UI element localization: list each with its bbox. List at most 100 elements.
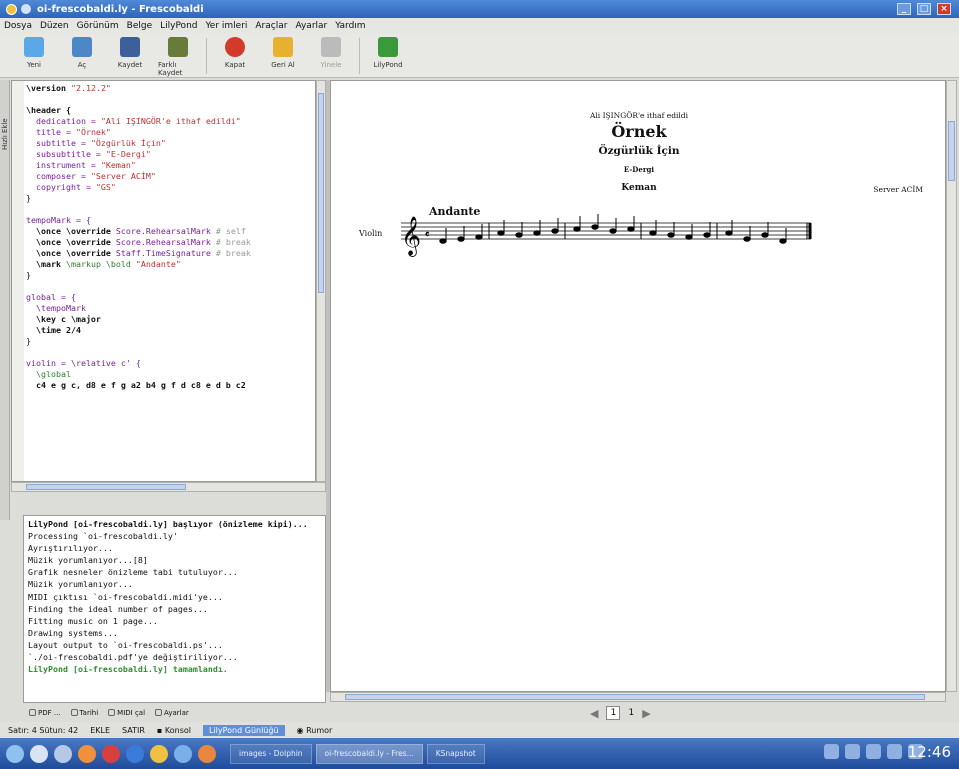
preview-vertical-scrollbar[interactable] (946, 80, 957, 692)
rumor-tab[interactable]: ◉ Rumor (297, 726, 333, 735)
disc-icon[interactable] (174, 744, 192, 763)
code-line[interactable]: \header { (26, 105, 251, 116)
code-line[interactable] (26, 347, 251, 358)
kde-menu-icon[interactable] (6, 744, 24, 763)
code-line[interactable]: violin = \relative c' { (26, 358, 251, 369)
toolbar-button[interactable]: Yeni (14, 34, 54, 77)
scroll-thumb[interactable] (26, 484, 186, 490)
filezilla-icon[interactable] (102, 744, 120, 763)
app-icon[interactable] (6, 3, 17, 15)
code-line[interactable]: \key c \major (26, 314, 251, 325)
tool-icon[interactable] (150, 744, 168, 763)
menu-item[interactable]: Belge (127, 21, 152, 31)
home-icon[interactable] (30, 744, 48, 763)
code-line[interactable]: \tempoMark (26, 303, 251, 314)
menu-item[interactable]: Yardım (335, 21, 365, 31)
browser-icon[interactable] (126, 744, 144, 763)
code-line[interactable] (26, 281, 251, 292)
log-tab[interactable]: MIDI çal (108, 709, 145, 717)
code-line[interactable]: tempoMark = { (26, 215, 251, 226)
fold-gutter[interactable] (12, 81, 24, 481)
page-number-input[interactable]: 1 (606, 706, 621, 720)
code-line[interactable]: \time 2/4 (26, 325, 251, 336)
code-line[interactable]: \once \override Staff.TimeSignature # br… (26, 248, 251, 259)
code-line[interactable]: subsubtitle = "E-Dergi" (26, 149, 251, 160)
note-head (497, 230, 505, 236)
log-line: Drawing systems... (28, 627, 118, 638)
log-tab[interactable]: Tarihi (70, 709, 98, 717)
toolbar-button[interactable]: Kaydet (110, 34, 150, 77)
code-line[interactable]: } (26, 193, 251, 204)
code-editor[interactable]: \version "2.12.2" \header { dedication =… (11, 80, 316, 482)
code-line[interactable]: c4 e g c, d8 e f g a2 b4 g f d c8 e d b … (26, 380, 251, 391)
minimize-icon[interactable]: _ (897, 3, 911, 15)
code-text[interactable]: \version "2.12.2" \header { dedication =… (26, 83, 251, 391)
menu-item[interactable]: Yer imleri (205, 21, 247, 31)
taskbar-task[interactable]: images - Dolphin (230, 743, 312, 764)
editor-vertical-scrollbar[interactable] (316, 80, 326, 482)
console-tab[interactable]: ▪ Konsol (157, 726, 191, 735)
toolbar-button[interactable]: Kapat (215, 34, 255, 77)
code-line[interactable] (26, 94, 251, 105)
code-line[interactable]: \once \override Score.RehearsalMark # br… (26, 237, 251, 248)
code-line[interactable]: \mark \markup \bold "Andante" (26, 259, 251, 270)
close-window-icon[interactable]: × (937, 3, 951, 15)
scroll-thumb[interactable] (345, 694, 925, 700)
menu-item[interactable]: Düzen (40, 21, 69, 31)
code-line[interactable]: global = { (26, 292, 251, 303)
scroll-thumb[interactable] (318, 93, 324, 293)
editor-horizontal-scrollbar[interactable] (11, 482, 326, 492)
toolbar-button[interactable]: Farklı Kaydet (158, 34, 198, 77)
menu-item[interactable]: Görünüm (77, 21, 119, 31)
window-titlebar: oi-frescobaldi.ly - Frescobaldi _ □ × (0, 0, 959, 18)
log-line: Fitting music on 1 page... (28, 615, 158, 626)
volume-icon[interactable] (824, 744, 839, 759)
log-line: LilyPond [oi-frescobaldi.ly] tamamlandı. (28, 664, 228, 675)
toolbar-button[interactable]: Yinele (311, 34, 351, 77)
clipboard-icon[interactable] (887, 744, 902, 759)
note-head (551, 228, 559, 234)
menu-item[interactable]: Ayarlar (295, 21, 327, 31)
menu-item[interactable]: Araçlar (255, 21, 287, 31)
code-line[interactable]: dedication = "Ali IŞINGÖR'e ithaf edildi… (26, 116, 251, 127)
code-line[interactable]: \version "2.12.2" (26, 83, 251, 94)
firefox-icon[interactable] (78, 744, 96, 763)
prev-page-icon[interactable]: ◀ (590, 707, 598, 720)
code-line[interactable]: \global (26, 369, 251, 380)
code-line[interactable]: instrument = "Keman" (26, 160, 251, 171)
menu-item[interactable]: Dosya (4, 21, 32, 31)
code-line[interactable]: subtitle = "Özgürlük İçin" (26, 138, 251, 149)
lilypond-log-tab[interactable]: LilyPond Günlüğü (202, 724, 285, 736)
app-launcher-icon[interactable] (198, 744, 216, 763)
code-line[interactable]: } (26, 270, 251, 281)
preview-horizontal-scrollbar[interactable] (330, 692, 946, 702)
code-line[interactable] (26, 204, 251, 215)
note-head (685, 234, 693, 240)
toolbar-button[interactable]: Geri Al (263, 34, 303, 77)
log-tab[interactable]: Ayarlar (155, 709, 189, 717)
code-line[interactable]: \once \override Score.RehearsalMark # se… (26, 226, 251, 237)
next-page-icon[interactable]: ▶ (642, 707, 650, 720)
code-line[interactable]: copyright = "GS" (26, 182, 251, 193)
scroll-thumb[interactable] (948, 121, 955, 181)
code-line[interactable]: composer = "Server ACİM" (26, 171, 251, 182)
files-icon[interactable] (54, 744, 72, 763)
note-head (609, 228, 617, 234)
toolbar-button[interactable]: LilyPond (368, 34, 408, 77)
taskbar-task[interactable]: oi-frescobaldi.ly - Fres... (315, 743, 423, 764)
taskbar-task[interactable]: KSnapshot (426, 743, 485, 764)
maximize-icon[interactable]: □ (917, 3, 931, 15)
log-tab[interactable]: PDF ... (29, 709, 61, 717)
music-preview[interactable]: Ali IŞINGÖR'e ithaf edildi Örnek Özgürlü… (330, 80, 946, 692)
toolbar-button[interactable]: Aç (62, 34, 102, 77)
quick-insert-tab[interactable]: Hızlı Ekle (0, 80, 10, 520)
clock[interactable]: 12:46 (908, 743, 951, 761)
update-icon[interactable] (866, 744, 881, 759)
code-line[interactable]: title = "Örnek" (26, 127, 251, 138)
tab-icon (70, 709, 78, 716)
menu-bar: Dosya Düzen Görünüm Belge LilyPond Yer imleri… (0, 18, 959, 34)
code-line[interactable]: } (26, 336, 251, 347)
network-icon[interactable] (845, 744, 860, 759)
pin-icon[interactable] (21, 4, 31, 14)
menu-item[interactable]: LilyPond (160, 21, 197, 31)
